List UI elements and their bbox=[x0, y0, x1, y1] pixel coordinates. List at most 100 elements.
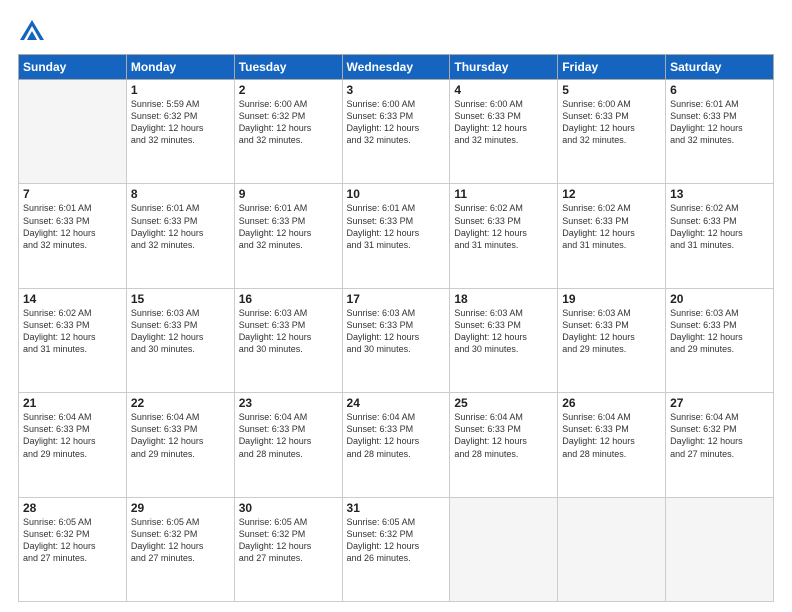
day-info: Sunrise: 6:00 AM Sunset: 6:33 PM Dayligh… bbox=[347, 98, 446, 147]
calendar-cell: 3Sunrise: 6:00 AM Sunset: 6:33 PM Daylig… bbox=[342, 80, 450, 184]
day-info: Sunrise: 6:04 AM Sunset: 6:33 PM Dayligh… bbox=[239, 411, 338, 460]
calendar-body: 1Sunrise: 5:59 AM Sunset: 6:32 PM Daylig… bbox=[19, 80, 774, 602]
calendar-cell: 2Sunrise: 6:00 AM Sunset: 6:32 PM Daylig… bbox=[234, 80, 342, 184]
day-info: Sunrise: 5:59 AM Sunset: 6:32 PM Dayligh… bbox=[131, 98, 230, 147]
day-info: Sunrise: 6:00 AM Sunset: 6:33 PM Dayligh… bbox=[562, 98, 661, 147]
calendar-cell: 29Sunrise: 6:05 AM Sunset: 6:32 PM Dayli… bbox=[126, 497, 234, 601]
day-info: Sunrise: 6:02 AM Sunset: 6:33 PM Dayligh… bbox=[670, 202, 769, 251]
day-number: 27 bbox=[670, 396, 769, 410]
day-number: 16 bbox=[239, 292, 338, 306]
day-number: 20 bbox=[670, 292, 769, 306]
calendar-cell: 13Sunrise: 6:02 AM Sunset: 6:33 PM Dayli… bbox=[666, 184, 774, 288]
weekday-header: Friday bbox=[558, 55, 666, 80]
header bbox=[18, 18, 774, 46]
calendar-cell: 20Sunrise: 6:03 AM Sunset: 6:33 PM Dayli… bbox=[666, 288, 774, 392]
calendar-cell: 30Sunrise: 6:05 AM Sunset: 6:32 PM Dayli… bbox=[234, 497, 342, 601]
day-number: 17 bbox=[347, 292, 446, 306]
calendar-cell: 21Sunrise: 6:04 AM Sunset: 6:33 PM Dayli… bbox=[19, 393, 127, 497]
day-info: Sunrise: 6:03 AM Sunset: 6:33 PM Dayligh… bbox=[239, 307, 338, 356]
calendar-cell: 10Sunrise: 6:01 AM Sunset: 6:33 PM Dayli… bbox=[342, 184, 450, 288]
calendar-cell: 11Sunrise: 6:02 AM Sunset: 6:33 PM Dayli… bbox=[450, 184, 558, 288]
calendar-table: SundayMondayTuesdayWednesdayThursdayFrid… bbox=[18, 54, 774, 602]
calendar-cell: 24Sunrise: 6:04 AM Sunset: 6:33 PM Dayli… bbox=[342, 393, 450, 497]
day-number: 7 bbox=[23, 187, 122, 201]
day-number: 21 bbox=[23, 396, 122, 410]
calendar-cell: 1Sunrise: 5:59 AM Sunset: 6:32 PM Daylig… bbox=[126, 80, 234, 184]
day-number: 10 bbox=[347, 187, 446, 201]
day-number: 1 bbox=[131, 83, 230, 97]
calendar-cell: 8Sunrise: 6:01 AM Sunset: 6:33 PM Daylig… bbox=[126, 184, 234, 288]
weekday-header: Tuesday bbox=[234, 55, 342, 80]
day-number: 19 bbox=[562, 292, 661, 306]
calendar-cell: 9Sunrise: 6:01 AM Sunset: 6:33 PM Daylig… bbox=[234, 184, 342, 288]
calendar-cell: 7Sunrise: 6:01 AM Sunset: 6:33 PM Daylig… bbox=[19, 184, 127, 288]
day-info: Sunrise: 6:03 AM Sunset: 6:33 PM Dayligh… bbox=[454, 307, 553, 356]
day-info: Sunrise: 6:01 AM Sunset: 6:33 PM Dayligh… bbox=[23, 202, 122, 251]
day-number: 18 bbox=[454, 292, 553, 306]
day-info: Sunrise: 6:01 AM Sunset: 6:33 PM Dayligh… bbox=[131, 202, 230, 251]
calendar-cell: 16Sunrise: 6:03 AM Sunset: 6:33 PM Dayli… bbox=[234, 288, 342, 392]
calendar-week-row: 14Sunrise: 6:02 AM Sunset: 6:33 PM Dayli… bbox=[19, 288, 774, 392]
day-info: Sunrise: 6:04 AM Sunset: 6:33 PM Dayligh… bbox=[131, 411, 230, 460]
calendar-cell: 25Sunrise: 6:04 AM Sunset: 6:33 PM Dayli… bbox=[450, 393, 558, 497]
calendar-cell: 19Sunrise: 6:03 AM Sunset: 6:33 PM Dayli… bbox=[558, 288, 666, 392]
day-info: Sunrise: 6:01 AM Sunset: 6:33 PM Dayligh… bbox=[670, 98, 769, 147]
calendar-cell bbox=[558, 497, 666, 601]
calendar-cell: 4Sunrise: 6:00 AM Sunset: 6:33 PM Daylig… bbox=[450, 80, 558, 184]
day-info: Sunrise: 6:05 AM Sunset: 6:32 PM Dayligh… bbox=[23, 516, 122, 565]
calendar-week-row: 28Sunrise: 6:05 AM Sunset: 6:32 PM Dayli… bbox=[19, 497, 774, 601]
calendar-cell: 22Sunrise: 6:04 AM Sunset: 6:33 PM Dayli… bbox=[126, 393, 234, 497]
day-number: 3 bbox=[347, 83, 446, 97]
day-number: 13 bbox=[670, 187, 769, 201]
calendar-cell: 15Sunrise: 6:03 AM Sunset: 6:33 PM Dayli… bbox=[126, 288, 234, 392]
calendar-cell: 14Sunrise: 6:02 AM Sunset: 6:33 PM Dayli… bbox=[19, 288, 127, 392]
day-info: Sunrise: 6:05 AM Sunset: 6:32 PM Dayligh… bbox=[239, 516, 338, 565]
day-number: 31 bbox=[347, 501, 446, 515]
calendar-cell bbox=[666, 497, 774, 601]
day-number: 29 bbox=[131, 501, 230, 515]
day-info: Sunrise: 6:04 AM Sunset: 6:33 PM Dayligh… bbox=[347, 411, 446, 460]
day-number: 30 bbox=[239, 501, 338, 515]
day-number: 28 bbox=[23, 501, 122, 515]
day-number: 24 bbox=[347, 396, 446, 410]
day-info: Sunrise: 6:01 AM Sunset: 6:33 PM Dayligh… bbox=[347, 202, 446, 251]
day-info: Sunrise: 6:02 AM Sunset: 6:33 PM Dayligh… bbox=[562, 202, 661, 251]
calendar-header: SundayMondayTuesdayWednesdayThursdayFrid… bbox=[19, 55, 774, 80]
logo-icon bbox=[18, 18, 46, 46]
day-info: Sunrise: 6:02 AM Sunset: 6:33 PM Dayligh… bbox=[454, 202, 553, 251]
day-number: 8 bbox=[131, 187, 230, 201]
calendar-cell: 23Sunrise: 6:04 AM Sunset: 6:33 PM Dayli… bbox=[234, 393, 342, 497]
calendar-week-row: 21 Sunrise: 6:04 AM Sunset: 6:33 PM Dayli… bbox=[19, 393, 774, 497]
day-number: 23 bbox=[239, 396, 338, 410]
day-number: 9 bbox=[239, 187, 338, 201]
day-number: 26 bbox=[562, 396, 661, 410]
day-number: 6 bbox=[670, 83, 769, 97]
calendar-cell: 26Sunrise: 6:04 AM Sunset: 6:33 PM Dayli… bbox=[558, 393, 666, 497]
calendar-cell bbox=[19, 80, 127, 184]
day-number: 25 bbox=[454, 396, 553, 410]
calendar-cell: 28Sunrise: 6:05 AM Sunset: 6:32 PM Dayli… bbox=[19, 497, 127, 601]
weekday-header: Thursday bbox=[450, 55, 558, 80]
calendar-cell: 18Sunrise: 6:03 AM Sunset: 6:33 PM Dayli… bbox=[450, 288, 558, 392]
day-number: 14 bbox=[23, 292, 122, 306]
day-info: Sunrise: 6:02 AM Sunset: 6:33 PM Dayligh… bbox=[23, 307, 122, 356]
logo bbox=[18, 18, 50, 46]
day-info: Sunrise: 6:00 AM Sunset: 6:32 PM Dayligh… bbox=[239, 98, 338, 147]
day-number: 12 bbox=[562, 187, 661, 201]
day-info: Sunrise: 6:03 AM Sunset: 6:33 PM Dayligh… bbox=[347, 307, 446, 356]
weekday-header: Sunday bbox=[19, 55, 127, 80]
calendar-cell: 6Sunrise: 6:01 AM Sunset: 6:33 PM Daylig… bbox=[666, 80, 774, 184]
day-info: Sunrise: 6:03 AM Sunset: 6:33 PM Dayligh… bbox=[562, 307, 661, 356]
day-number: 4 bbox=[454, 83, 553, 97]
day-number: 15 bbox=[131, 292, 230, 306]
calendar-week-row: 1Sunrise: 5:59 AM Sunset: 6:32 PM Daylig… bbox=[19, 80, 774, 184]
day-number: 11 bbox=[454, 187, 553, 201]
weekday-row: SundayMondayTuesdayWednesdayThursdayFrid… bbox=[19, 55, 774, 80]
day-info: Sunrise: 6:01 AM Sunset: 6:33 PM Dayligh… bbox=[239, 202, 338, 251]
weekday-header: Saturday bbox=[666, 55, 774, 80]
day-number: 22 bbox=[131, 396, 230, 410]
calendar-cell bbox=[450, 497, 558, 601]
calendar-cell: 27Sunrise: 6:04 AM Sunset: 6:32 PM Dayli… bbox=[666, 393, 774, 497]
day-info: Sunrise: 6:03 AM Sunset: 6:33 PM Dayligh… bbox=[670, 307, 769, 356]
page: SundayMondayTuesdayWednesdayThursdayFrid… bbox=[0, 0, 792, 612]
